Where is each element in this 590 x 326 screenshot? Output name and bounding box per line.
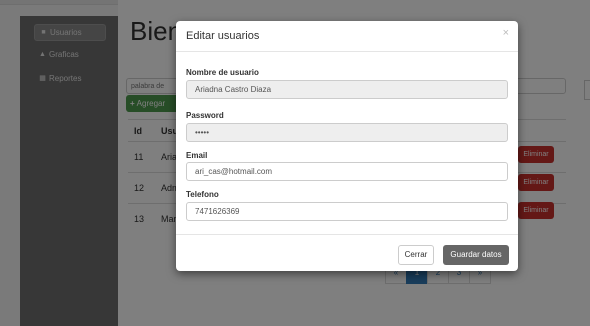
email-field[interactable]: ari_cas@hotmail.com <box>186 162 508 181</box>
password-label: Password <box>186 111 224 120</box>
password-field[interactable]: ••••• <box>186 123 508 142</box>
phone-field[interactable]: 7471626369 <box>186 202 508 221</box>
edit-user-modal: Editar usuarios × Nombre de usuario Aria… <box>176 21 518 271</box>
username-label: Nombre de usuario <box>186 68 259 77</box>
phone-label: Telefono <box>186 190 219 199</box>
page: ■ Usuarios ▲ Graficas ▦ Reportes Bienv p… <box>0 0 590 326</box>
modal-header: Editar usuarios × <box>176 21 518 52</box>
save-button[interactable]: Guardar datos <box>443 245 509 265</box>
modal-footer: Cerrar Guardar datos <box>176 234 518 272</box>
username-field[interactable]: Ariadna Castro Diaza <box>186 80 508 99</box>
close-button[interactable]: Cerrar <box>398 245 434 265</box>
close-icon[interactable]: × <box>503 27 509 39</box>
email-label: Email <box>186 151 208 160</box>
modal-title: Editar usuarios <box>186 30 260 42</box>
